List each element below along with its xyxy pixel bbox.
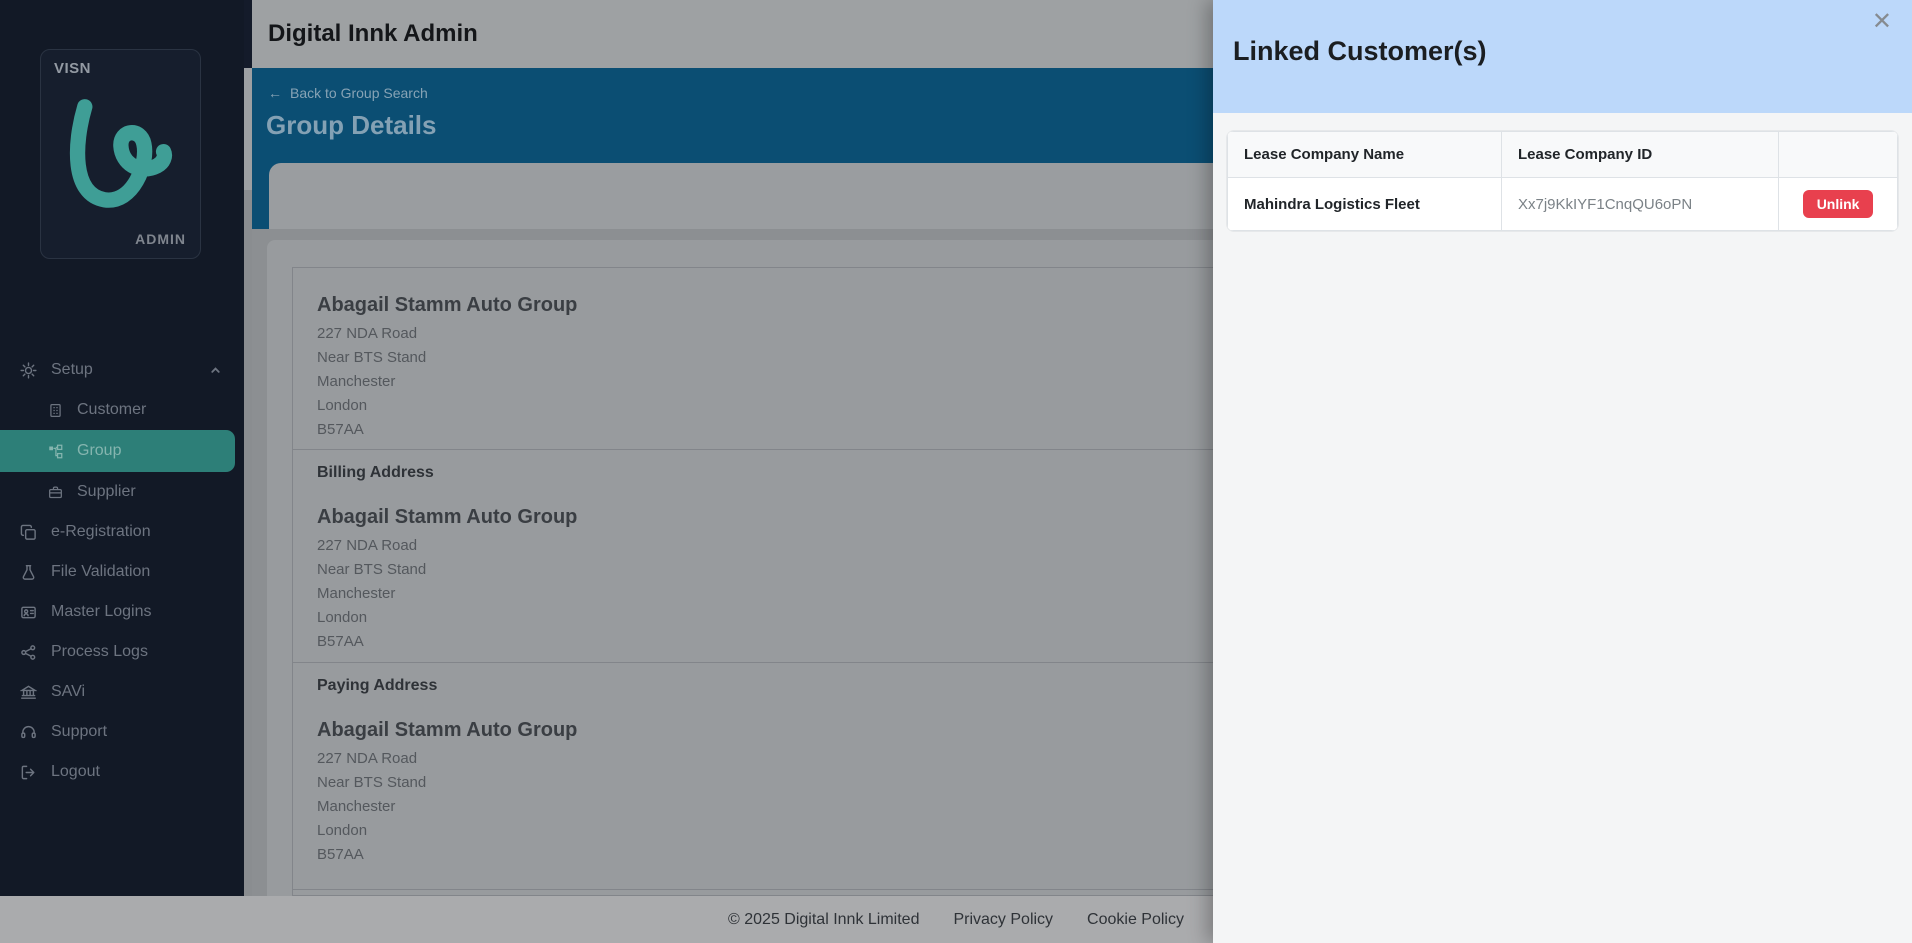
sidebar-item-setup[interactable]: Setup bbox=[0, 350, 244, 390]
sidebar-item-label: Master Logins bbox=[51, 603, 152, 621]
support-headset-icon bbox=[20, 724, 37, 741]
sidebar-item-label: Group bbox=[77, 442, 121, 460]
col-header-lease-company-id: Lease Company ID bbox=[1501, 132, 1778, 178]
sidebar: VISN ADMIN Setup Customer bbox=[0, 0, 244, 896]
sidebar-item-label: Support bbox=[51, 723, 107, 741]
registration-copy-icon bbox=[20, 524, 37, 541]
process-logs-nodes-icon bbox=[20, 644, 37, 661]
sidebar-item-supplier[interactable]: Supplier bbox=[0, 472, 244, 512]
chevron-up-icon bbox=[209, 364, 222, 377]
table-header-row: Lease Company Name Lease Company ID bbox=[1228, 132, 1898, 178]
drawer-header: Linked Customer(s) ✕ bbox=[1213, 0, 1912, 113]
drawer-title: Linked Customer(s) bbox=[1233, 36, 1487, 67]
linked-customers-table: Lease Company Name Lease Company ID Mahi… bbox=[1227, 131, 1898, 231]
master-logins-idcard-icon bbox=[20, 604, 37, 621]
content-scrollbar-thumb[interactable] bbox=[244, 68, 252, 190]
page-title: Group Details bbox=[266, 110, 436, 141]
sidebar-item-group[interactable]: Group bbox=[0, 430, 235, 472]
sidebar-item-master-logins[interactable]: Master Logins bbox=[0, 592, 244, 632]
sidebar-item-label: Logout bbox=[51, 763, 100, 781]
sidebar-item-label: Setup bbox=[51, 361, 93, 379]
sidebar-item-label: File Validation bbox=[51, 563, 150, 581]
linked-customers-table-card: Lease Company Name Lease Company ID Mahi… bbox=[1226, 130, 1899, 232]
back-to-group-search-link[interactable]: ← Back to Group Search bbox=[268, 85, 428, 101]
cookie-policy-link[interactable]: Cookie Policy bbox=[1087, 911, 1184, 929]
sidebar-item-label: SAVi bbox=[51, 683, 85, 701]
sidebar-item-file-validation[interactable]: File Validation bbox=[0, 552, 244, 592]
supplier-briefcase-icon bbox=[48, 485, 63, 500]
logout-icon bbox=[20, 764, 37, 781]
brand-logo-swoosh-icon bbox=[67, 98, 177, 214]
linked-customers-drawer: Linked Customer(s) ✕ Lease Company Name … bbox=[1213, 0, 1912, 943]
brand-name: VISN bbox=[54, 60, 91, 77]
sidebar-item-label: Process Logs bbox=[51, 643, 148, 661]
close-icon[interactable]: ✕ bbox=[1872, 10, 1892, 34]
sidebar-item-label: Supplier bbox=[77, 483, 136, 501]
lease-company-name-cell: Mahindra Logistics Fleet bbox=[1228, 178, 1502, 231]
file-validation-flask-icon bbox=[20, 564, 37, 581]
col-header-actions bbox=[1779, 132, 1898, 178]
customer-icon bbox=[48, 403, 63, 418]
savi-bank-icon bbox=[20, 684, 37, 701]
table-row: Mahindra Logistics Fleet Xx7j9KkIYF1CnqQ… bbox=[1228, 178, 1898, 231]
col-header-lease-company-name: Lease Company Name bbox=[1228, 132, 1502, 178]
sidebar-item-savi[interactable]: SAVi bbox=[0, 672, 244, 712]
privacy-policy-link[interactable]: Privacy Policy bbox=[953, 911, 1053, 929]
sidebar-item-process-logs[interactable]: Process Logs bbox=[0, 632, 244, 672]
lease-company-id-cell: Xx7j9KkIYF1CnqQU6oPN bbox=[1501, 178, 1778, 231]
copyright-text: © 2025 Digital Innk Limited bbox=[728, 911, 919, 929]
scrollbar-corner bbox=[244, 0, 252, 68]
actions-cell: Unlink bbox=[1779, 178, 1898, 231]
unlink-button[interactable]: Unlink bbox=[1803, 190, 1874, 218]
sidebar-item-support[interactable]: Support bbox=[0, 712, 244, 752]
brand-logo-card: VISN ADMIN bbox=[40, 49, 201, 259]
sidebar-item-customer[interactable]: Customer bbox=[0, 390, 244, 430]
group-sitemap-icon bbox=[48, 444, 63, 459]
sidebar-item-logout[interactable]: Logout bbox=[0, 752, 244, 792]
sidebar-item-label: e-Registration bbox=[51, 523, 151, 541]
app-title: Digital Innk Admin bbox=[268, 20, 478, 48]
back-arrow-icon: ← bbox=[268, 85, 282, 101]
back-link-label: Back to Group Search bbox=[290, 85, 428, 101]
sidebar-item-e-registration[interactable]: e-Registration bbox=[0, 512, 244, 552]
sidebar-item-label: Customer bbox=[77, 401, 146, 419]
sidebar-nav: Setup Customer Group bbox=[0, 350, 244, 792]
gear-icon bbox=[20, 362, 37, 379]
brand-role: ADMIN bbox=[135, 231, 186, 247]
content-scrollbar-track bbox=[244, 68, 252, 896]
